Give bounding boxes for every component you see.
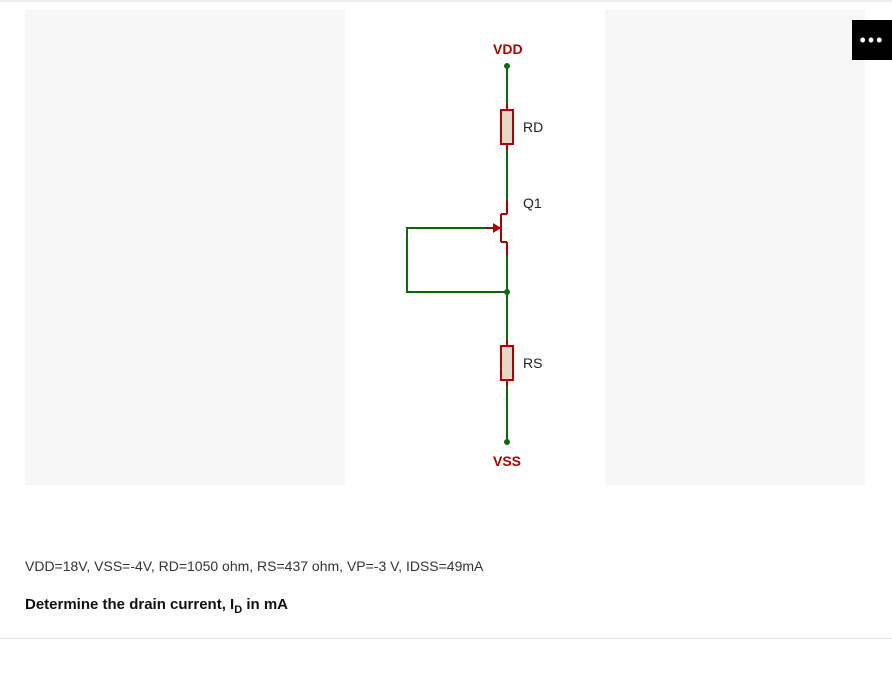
top-divider: [0, 0, 892, 2]
rs-label: RS: [523, 355, 542, 371]
rd-label: RD: [523, 119, 543, 135]
source-node: [504, 289, 510, 295]
gate-loop-wire: [407, 228, 507, 292]
more-options-button[interactable]: •••: [852, 20, 892, 60]
q1-gate-arrow: [493, 223, 501, 233]
rd-resistor: [501, 110, 513, 144]
question-sub: D: [234, 604, 242, 616]
q1-label: Q1: [523, 195, 542, 211]
vss-node: [504, 439, 510, 445]
question-text: Determine the drain current, ID in mA: [25, 596, 288, 616]
bottom-divider: [0, 638, 892, 639]
diagram-canvas: VDD RD Q1: [345, 10, 605, 485]
question-suffix: in mA: [242, 596, 288, 613]
parameters-text: VDD=18V, VSS=-4V, RD=1050 ohm, RS=437 oh…: [25, 558, 483, 574]
vss-label: VSS: [493, 453, 521, 469]
diagram-panel: VDD RD Q1: [25, 10, 865, 485]
circuit-svg: VDD RD Q1: [345, 10, 605, 485]
rs-resistor: [501, 346, 513, 380]
more-icon: •••: [860, 30, 885, 51]
question-prefix: Determine the drain current, I: [25, 596, 234, 613]
vdd-label: VDD: [493, 41, 523, 57]
